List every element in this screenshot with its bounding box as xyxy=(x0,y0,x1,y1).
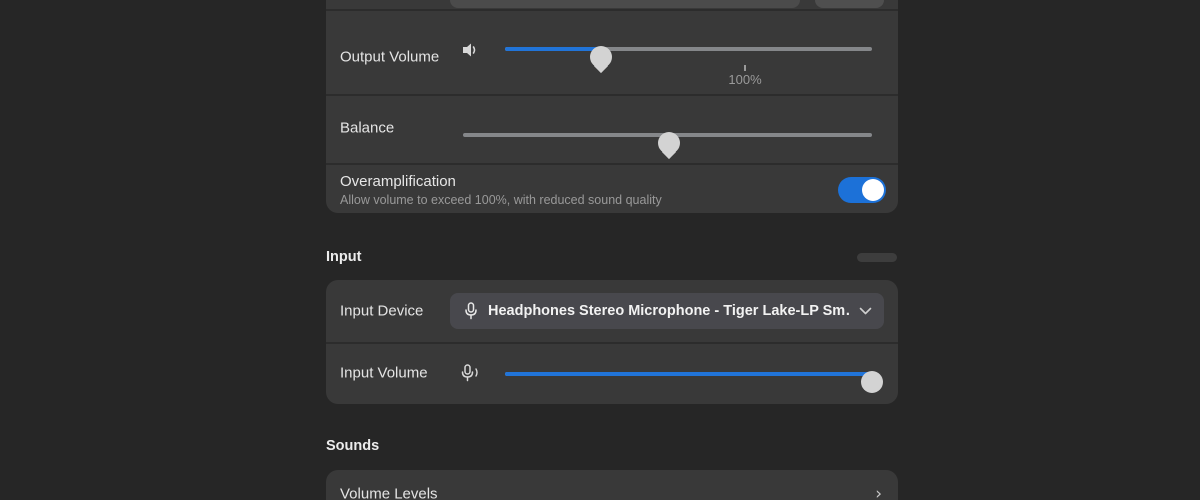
toggle-knob xyxy=(862,179,884,201)
speaker-low-icon xyxy=(460,41,480,59)
microphone-sensitivity-icon xyxy=(460,364,482,382)
volume-levels-row[interactable] xyxy=(326,470,898,500)
input-device-dropdown[interactable]: Headphones Stereo Microphone - Tiger Lak… xyxy=(450,293,884,329)
output-volume-label: Output Volume xyxy=(340,48,440,66)
output-volume-track[interactable]: 100% xyxy=(505,46,872,87)
output-device-dropdown-partial[interactable] xyxy=(450,0,800,8)
input-level-meter xyxy=(857,253,897,262)
input-volume-track[interactable] xyxy=(505,371,883,393)
input-volume-label: Input Volume xyxy=(340,364,428,382)
balance-handle[interactable] xyxy=(658,132,681,154)
output-volume-slider[interactable]: 100% xyxy=(505,39,872,87)
sounds-card: Volume Levels › xyxy=(326,470,898,500)
input-device-label: Input Device xyxy=(340,302,424,320)
output-card: Output Volume 100% Balance Overamplifica… xyxy=(326,0,898,213)
overamplification-subtitle: Allow volume to exceed 100%, with reduce… xyxy=(340,193,662,207)
input-section-header: Input xyxy=(326,249,362,265)
row-separator xyxy=(326,342,898,344)
balance-track[interactable] xyxy=(463,132,872,154)
volume-100-label: 100% xyxy=(728,72,762,87)
overamplification-title: Overamplification xyxy=(340,173,456,190)
row-separator xyxy=(326,163,898,165)
sounds-section-header: Sounds xyxy=(326,438,380,454)
balance-label: Balance xyxy=(340,119,395,137)
output-test-button-partial[interactable] xyxy=(815,0,884,8)
input-card: Input Device Headphones Stereo Microphon… xyxy=(326,280,898,404)
output-volume-handle[interactable] xyxy=(590,46,613,68)
overamplification-toggle[interactable] xyxy=(838,177,886,203)
chevron-down-icon xyxy=(859,307,872,315)
input-device-value: Headphones Stereo Microphone - Tiger Lak… xyxy=(488,303,851,319)
row-separator xyxy=(326,9,898,11)
volume-100-tick xyxy=(744,65,747,71)
balance-slider[interactable] xyxy=(463,125,872,154)
input-volume-handle[interactable] xyxy=(861,371,883,393)
microphone-icon xyxy=(464,302,478,320)
input-volume-slider[interactable] xyxy=(505,364,883,393)
row-separator xyxy=(326,94,898,96)
output-volume-fill xyxy=(505,47,602,51)
sound-settings-panel: Output Volume 100% Balance Overamplifica… xyxy=(326,0,898,500)
input-volume-fill xyxy=(505,372,872,376)
